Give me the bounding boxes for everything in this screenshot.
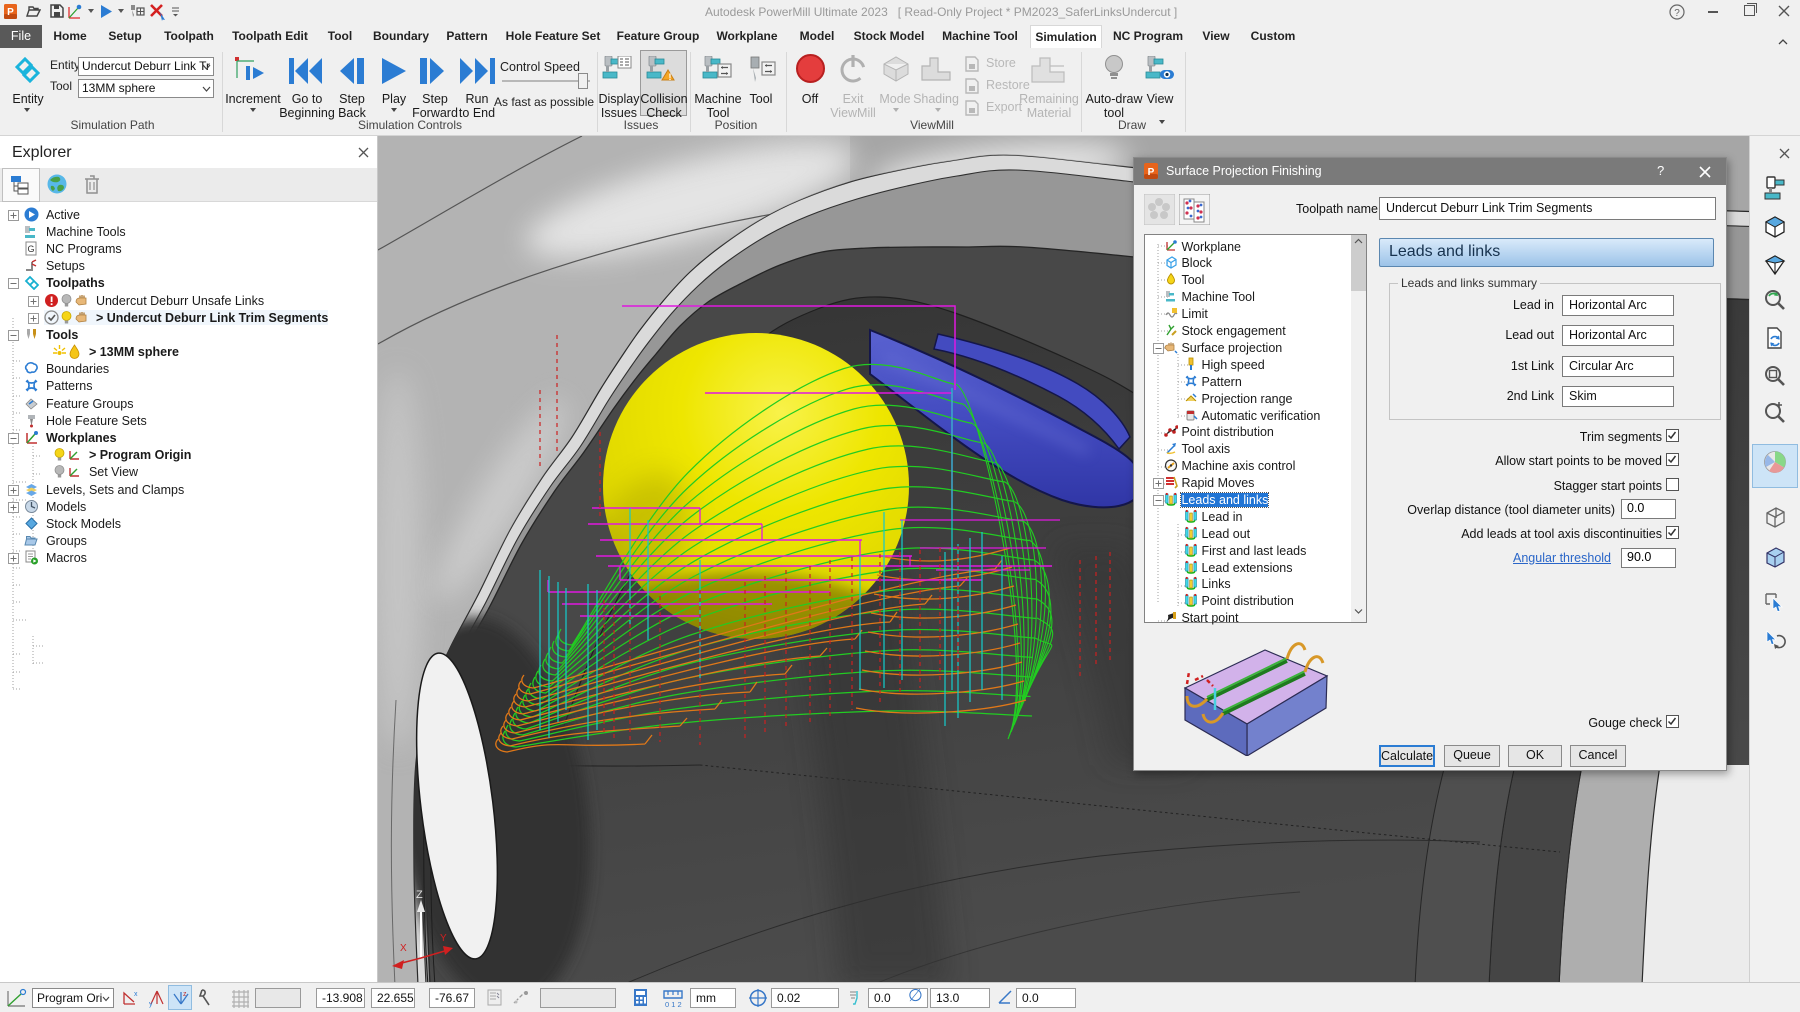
svg-text:Y: Y	[440, 933, 447, 944]
svg-text:x: x	[134, 991, 138, 998]
svg-text:X: X	[400, 943, 407, 954]
svg-text:G: G	[27, 244, 34, 254]
svg-text:Z: Z	[416, 889, 423, 901]
svg-text:P: P	[1148, 167, 1155, 178]
svg-text:y: y	[149, 1001, 153, 1008]
svg-text:P: P	[7, 7, 14, 18]
svg-text:z: z	[183, 991, 187, 998]
svg-text:?: ?	[1674, 8, 1680, 19]
svg-text:0 1 2: 0 1 2	[665, 1000, 682, 1008]
svg-text:!: !	[669, 72, 672, 82]
